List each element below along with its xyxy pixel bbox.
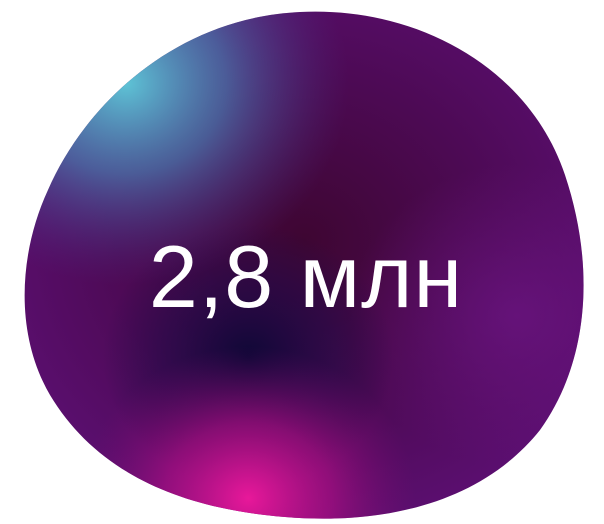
stat-value-text: 2,8 млн [148,227,464,326]
stat-card: 2,8 млн [0,0,604,524]
